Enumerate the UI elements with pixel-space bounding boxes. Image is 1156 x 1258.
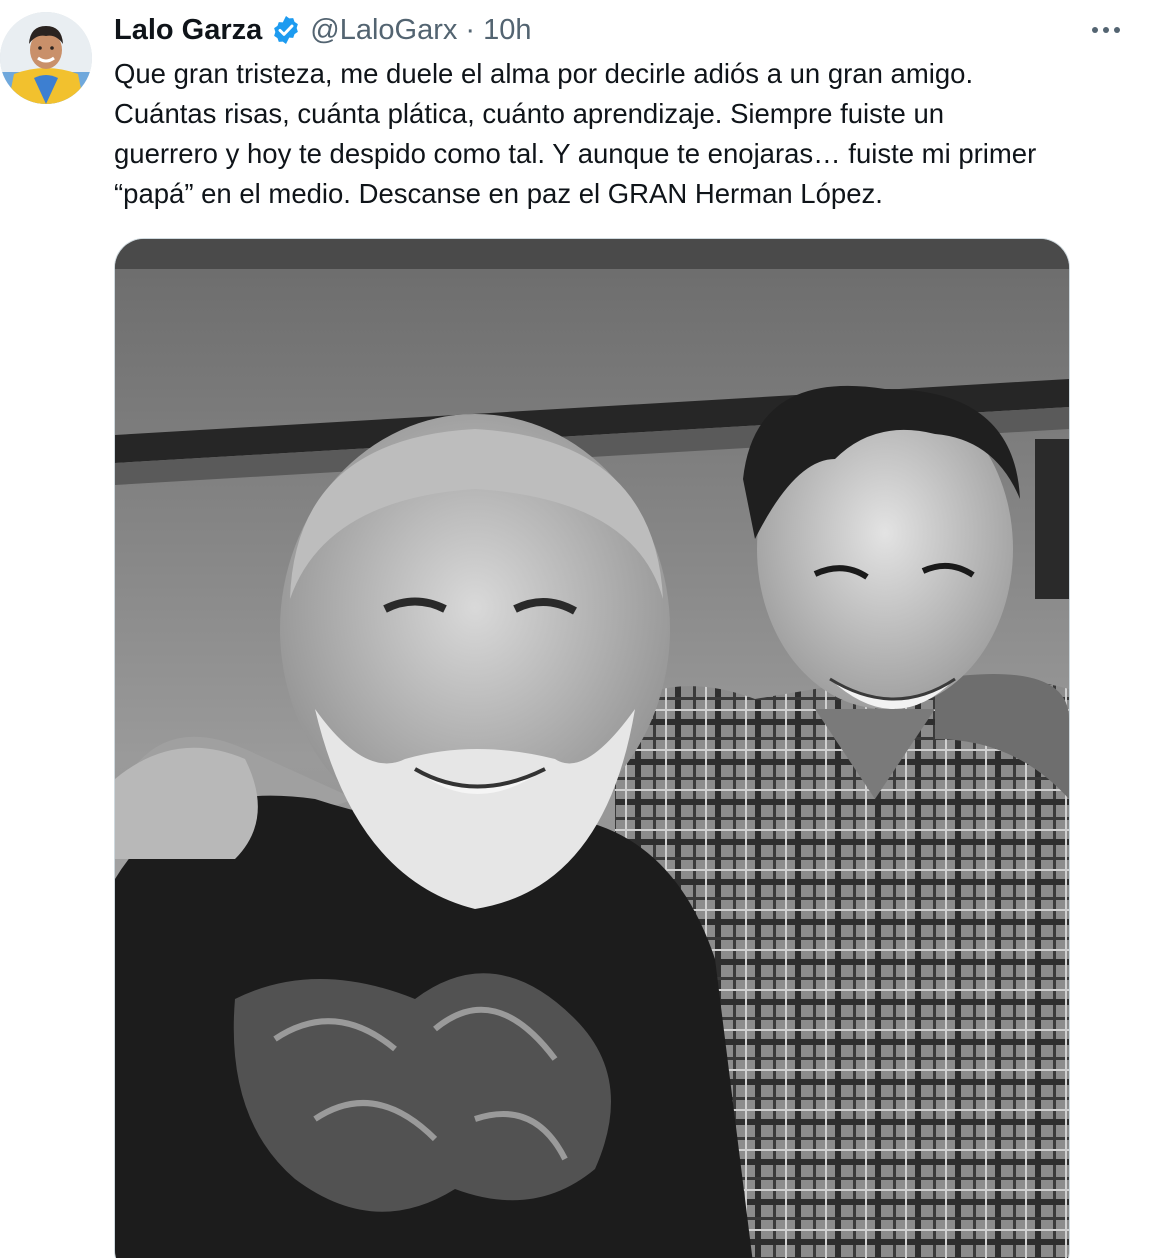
author-handle[interactable]: @LaloGarx: [310, 14, 457, 47]
avatar-image: [0, 12, 92, 104]
tweet-text: Que gran tristeza, me duele el alma por …: [114, 54, 1134, 214]
tweet[interactable]: Lalo Garza @LaloGarx · 10h Que gran tris…: [0, 0, 1156, 1258]
tweet-photo[interactable]: [114, 238, 1070, 1258]
tweet-text-line: “papá” en el medio. Descanse en paz el G…: [114, 178, 883, 209]
author-name[interactable]: Lalo Garza: [114, 14, 262, 47]
tweet-header: Lalo Garza @LaloGarx · 10h: [114, 12, 531, 48]
tweet-text-line: Que gran tristeza, me duele el alma por …: [114, 58, 974, 89]
more-options-button[interactable]: [1086, 16, 1126, 44]
photo-two-men-smiling: [115, 239, 1069, 1258]
more-horizontal-icon: [1092, 27, 1120, 33]
tweet-timestamp[interactable]: 10h: [483, 14, 531, 47]
verified-badge-icon: [270, 14, 302, 46]
tweet-text-line: Cuántas risas, cuánta plática, cuánto ap…: [114, 98, 945, 129]
avatar[interactable]: [0, 12, 92, 104]
separator-dot: ·: [465, 13, 476, 46]
tweet-text-line: guerrero y hoy te despido como tal. Y au…: [114, 138, 1037, 169]
